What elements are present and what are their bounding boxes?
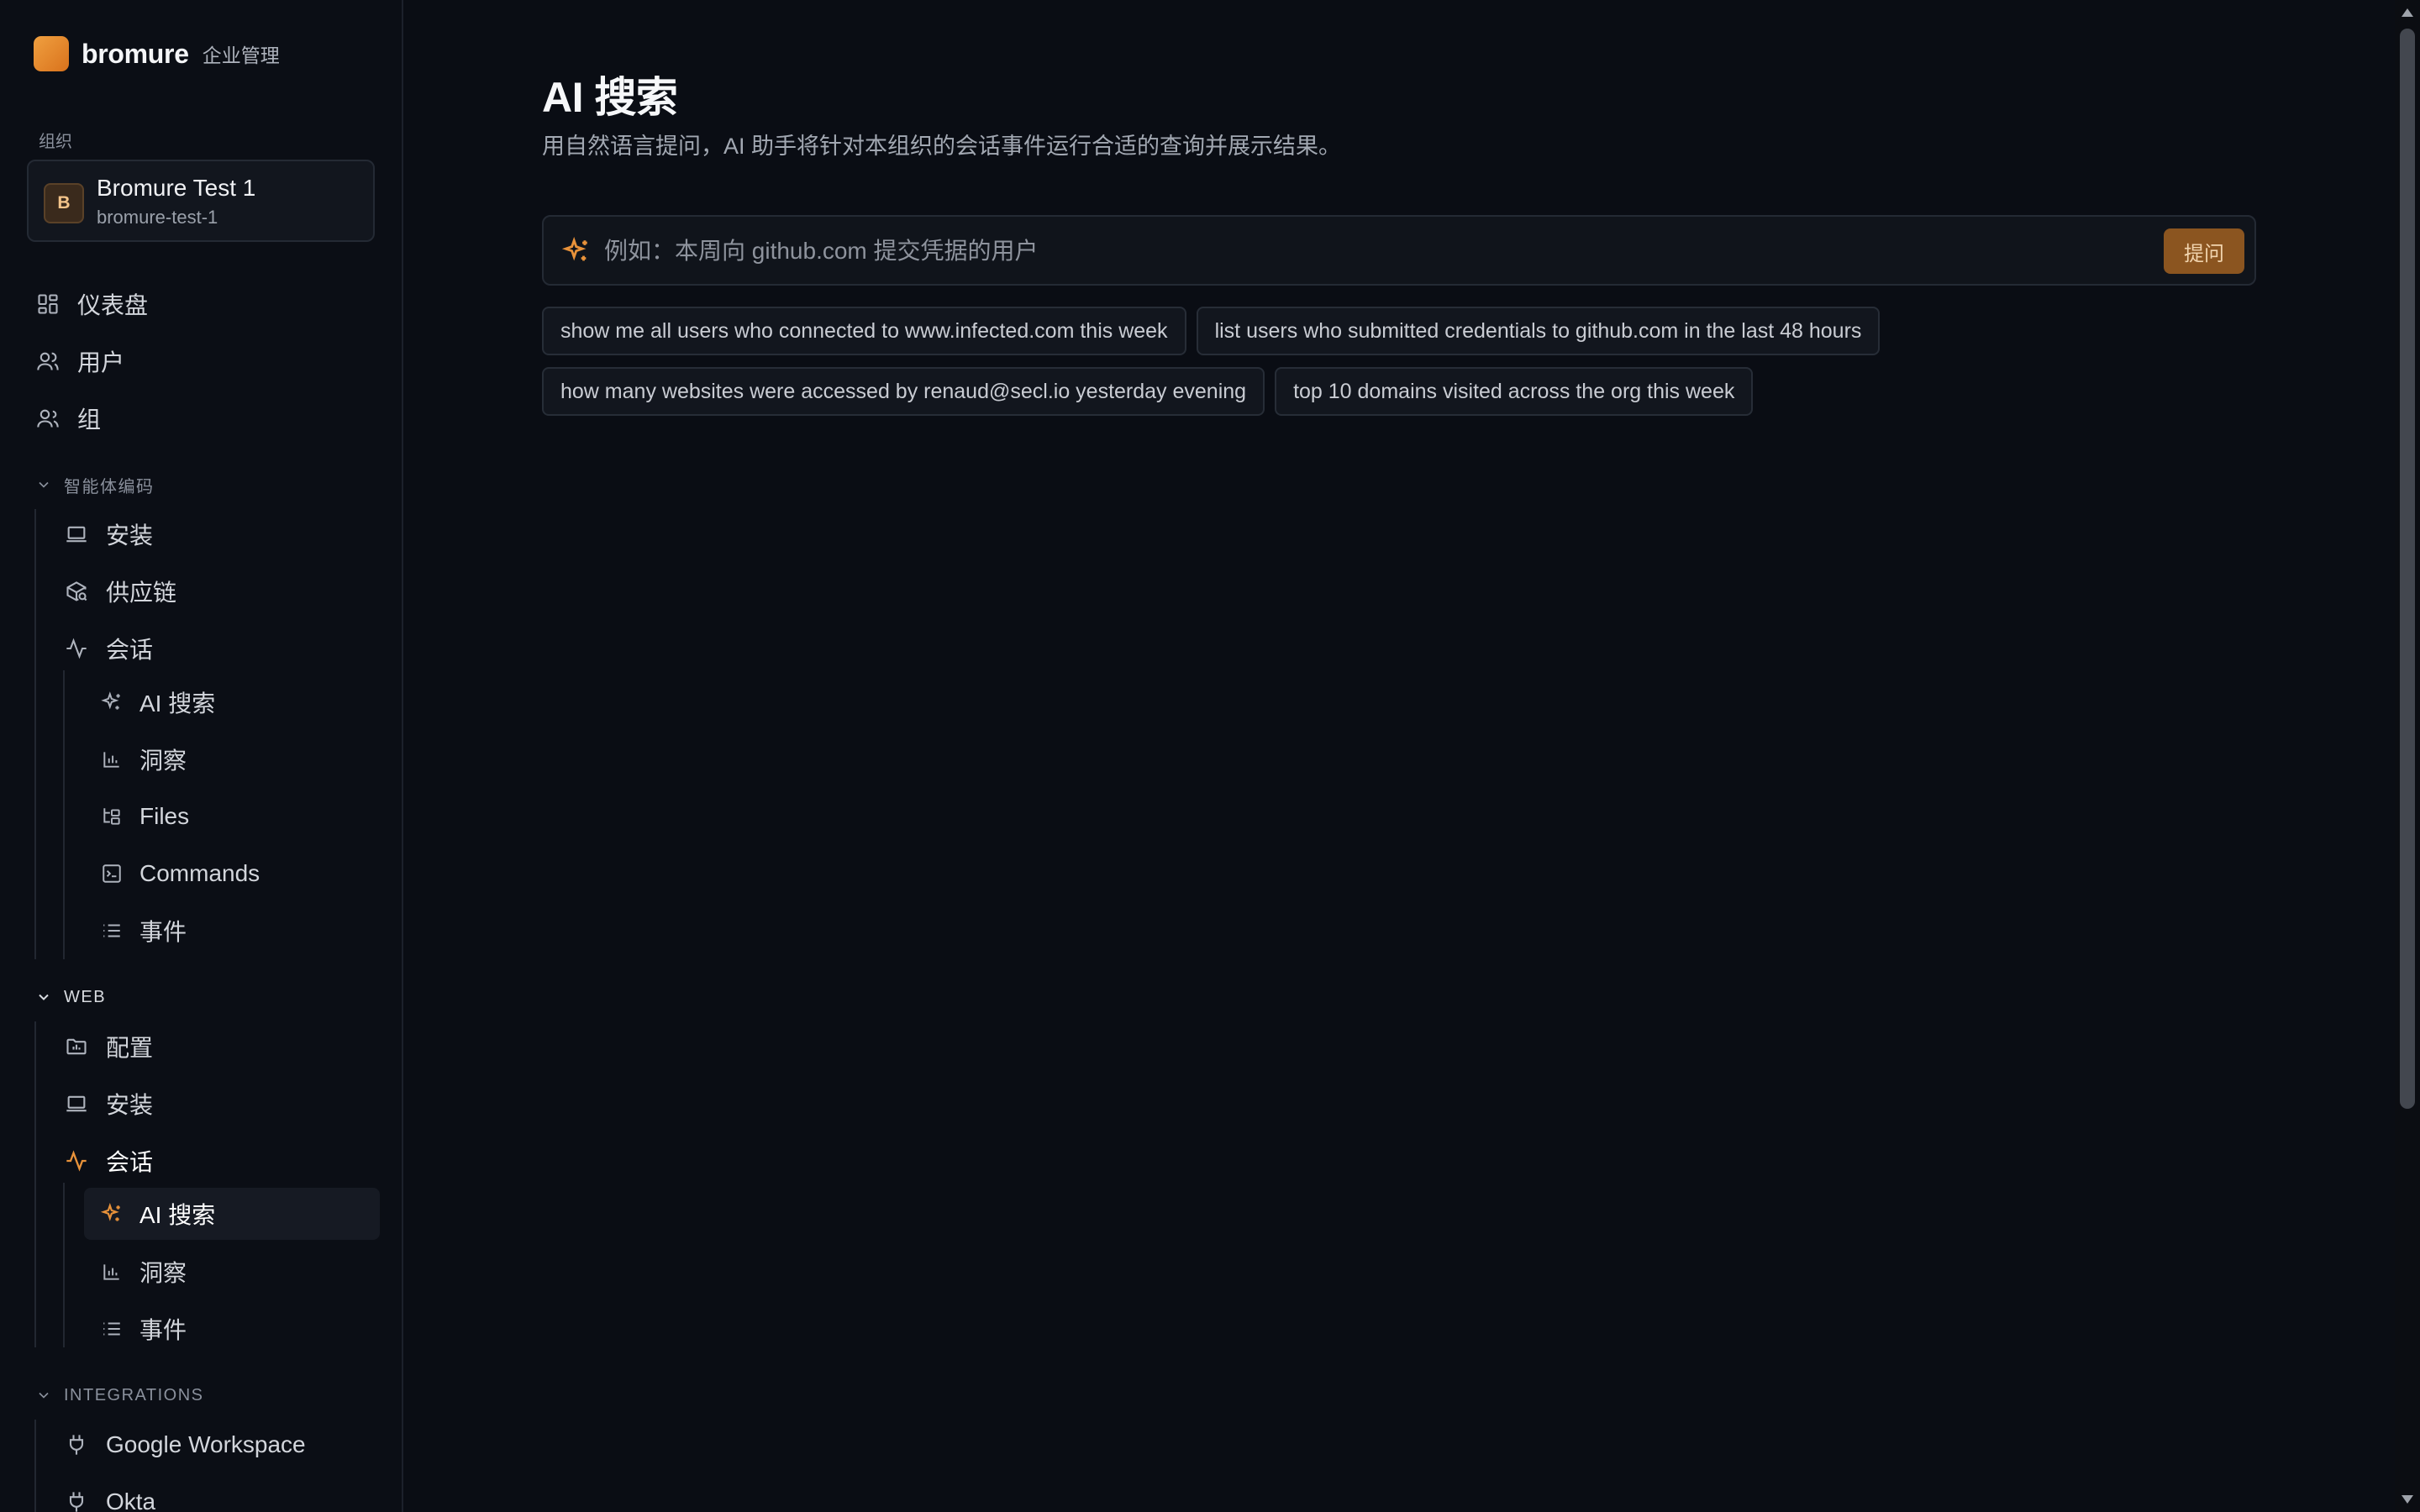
- activity-icon: [64, 1148, 89, 1173]
- sidebar-item-web-sessions[interactable]: 会话: [64, 1137, 153, 1184]
- sidebar-item-web-config[interactable]: 配置: [64, 1023, 153, 1070]
- plug-icon: [64, 1432, 89, 1457]
- sidebar-item-label: 配置: [106, 1035, 154, 1061]
- sidebar-item-groups[interactable]: 组: [35, 395, 101, 442]
- chevron-down-icon: [39, 1392, 49, 1399]
- sidebar-item-agent-insights[interactable]: 洞察: [84, 736, 380, 783]
- sidebar-item-commands[interactable]: Commands: [84, 850, 380, 897]
- bar-chart-icon: [99, 747, 124, 772]
- list-icon: [99, 1316, 124, 1341]
- sidebar-item-web-install[interactable]: 安装: [64, 1080, 153, 1127]
- tree-line: [63, 1183, 65, 1347]
- sidebar-item-web-ai-search[interactable]: AI 搜索: [84, 1188, 380, 1240]
- scrollbar[interactable]: [2395, 0, 2420, 1512]
- bar-chart-icon: [99, 1259, 124, 1284]
- main-content: AI 搜索 用自然语言提问，AI 助手将针对本组织的会话事件运行合适的查询并展示…: [403, 0, 2395, 1512]
- sidebar-item-web-events[interactable]: 事件: [84, 1305, 380, 1352]
- org-label: 组织: [39, 133, 72, 151]
- sidebar: bromure 企业管理 组织 B Bromure Test 1 bromure…: [0, 0, 403, 1512]
- laptop-icon: [64, 522, 89, 547]
- brand-subtitle: 企业管理: [202, 45, 280, 66]
- sidebar-item-files[interactable]: Files: [84, 793, 380, 840]
- sidebar-item-label: 事件: [139, 919, 187, 945]
- org-avatar: B: [44, 183, 84, 223]
- sidebar-item-supply-chain[interactable]: 供应链: [64, 568, 176, 615]
- sparkles-icon: [99, 1201, 124, 1226]
- sidebar-item-label: Commands: [139, 860, 260, 886]
- sidebar-item-web-insights[interactable]: 洞察: [84, 1248, 380, 1295]
- sidebar-item-dashboard[interactable]: 仪表盘: [35, 281, 148, 328]
- ai-search-box: 提问: [542, 215, 2256, 286]
- sidebar-item-label: 洞察: [139, 1260, 187, 1286]
- laptop-icon: [64, 1091, 89, 1116]
- sidebar-item-agent-ai-search[interactable]: AI 搜索: [84, 679, 380, 726]
- section-label: INTEGRATIONS: [64, 1385, 204, 1404]
- sidebar-item-label: Okta: [106, 1488, 156, 1512]
- sparkles-icon: [562, 237, 587, 261]
- sidebar-item-google-workspace[interactable]: Google Workspace: [64, 1421, 306, 1468]
- suggestion-chip[interactable]: how many websites were accessed by renau…: [542, 367, 1265, 416]
- brand-logo: [34, 36, 69, 71]
- section-toggle-integrations[interactable]: INTEGRATIONS: [35, 1383, 204, 1408]
- tree-line: [34, 1420, 36, 1512]
- ask-button[interactable]: 提问: [2164, 228, 2244, 274]
- sparkles-icon: [99, 690, 124, 715]
- ai-search-input[interactable]: [602, 227, 2186, 276]
- sidebar-item-label: Google Workspace: [106, 1431, 306, 1457]
- dashboard-icon: [35, 291, 60, 317]
- chip-row: how many websites were accessed by renau…: [542, 367, 2273, 416]
- section-toggle-web[interactable]: WEB: [35, 984, 106, 1010]
- folder-cog-icon: [64, 1034, 89, 1059]
- sidebar-item-label: 洞察: [139, 748, 187, 774]
- tree-line: [34, 1021, 36, 1347]
- org-name: Bromure Test 1: [97, 175, 256, 201]
- activity-icon: [64, 636, 89, 661]
- package-search-icon: [64, 579, 89, 604]
- folder-tree-icon: [99, 804, 124, 829]
- scrollbar-thumb[interactable]: [2400, 29, 2415, 1109]
- sidebar-item-label: AI 搜索: [139, 1202, 216, 1228]
- section-label: 智能体编码: [64, 477, 155, 496]
- sidebar-item-label: Files: [139, 803, 190, 829]
- sidebar-item-label: 供应链: [106, 580, 177, 606]
- sidebar-item-agent-sessions[interactable]: 会话: [64, 625, 153, 672]
- brand[interactable]: bromure 企业管理: [34, 35, 280, 72]
- sidebar-item-label: AI 搜索: [139, 690, 216, 717]
- list-icon: [99, 918, 124, 943]
- org-switcher[interactable]: B Bromure Test 1 bromure-test-1: [27, 160, 375, 242]
- sidebar-item-label: 安装: [106, 1092, 154, 1118]
- chip-row: show me all users who connected to www.i…: [542, 307, 2273, 355]
- group-icon: [35, 406, 60, 431]
- tree-line: [34, 509, 36, 959]
- sidebar-item-agent-events[interactable]: 事件: [84, 907, 380, 954]
- sidebar-item-okta[interactable]: Okta: [64, 1478, 155, 1512]
- sidebar-item-agent-install[interactable]: 安装: [64, 511, 153, 558]
- tree-line: [63, 670, 65, 959]
- suggestion-chips: show me all users who connected to www.i…: [542, 307, 2273, 428]
- sidebar-item-label: 仪表盘: [77, 292, 149, 318]
- section-label: WEB: [64, 987, 107, 1006]
- page-description: 用自然语言提问，AI 助手将针对本组织的会话事件运行合适的查询并展示结果。: [542, 134, 1342, 159]
- sidebar-item-users[interactable]: 用户: [35, 338, 124, 385]
- sidebar-item-label: 安装: [106, 522, 154, 549]
- suggestion-chip[interactable]: show me all users who connected to www.i…: [542, 307, 1186, 355]
- sidebar-item-label: 会话: [106, 1149, 154, 1175]
- section-toggle-agent-coding[interactable]: 智能体编码: [35, 472, 155, 497]
- suggestion-chip[interactable]: top 10 domains visited across the org th…: [1275, 367, 1754, 416]
- suggestion-chip[interactable]: list users who submitted credentials to …: [1196, 307, 1881, 355]
- plug-icon: [64, 1489, 89, 1512]
- sidebar-item-label: 会话: [106, 637, 154, 663]
- terminal-icon: [99, 861, 124, 886]
- page-title: AI 搜索: [542, 74, 678, 121]
- chevron-down-icon: [39, 994, 49, 1000]
- users-icon: [35, 349, 60, 374]
- org-slug: bromure-test-1: [97, 207, 218, 228]
- sidebar-item-label: 用户: [77, 349, 125, 375]
- chevron-down-icon: [39, 481, 49, 488]
- sidebar-item-label: 事件: [139, 1317, 187, 1343]
- sidebar-item-label: 组: [77, 407, 102, 433]
- scroll-up-arrow-icon[interactable]: [2402, 8, 2413, 17]
- brand-name: bromure: [82, 38, 189, 69]
- scroll-down-arrow-icon[interactable]: [2402, 1495, 2413, 1504]
